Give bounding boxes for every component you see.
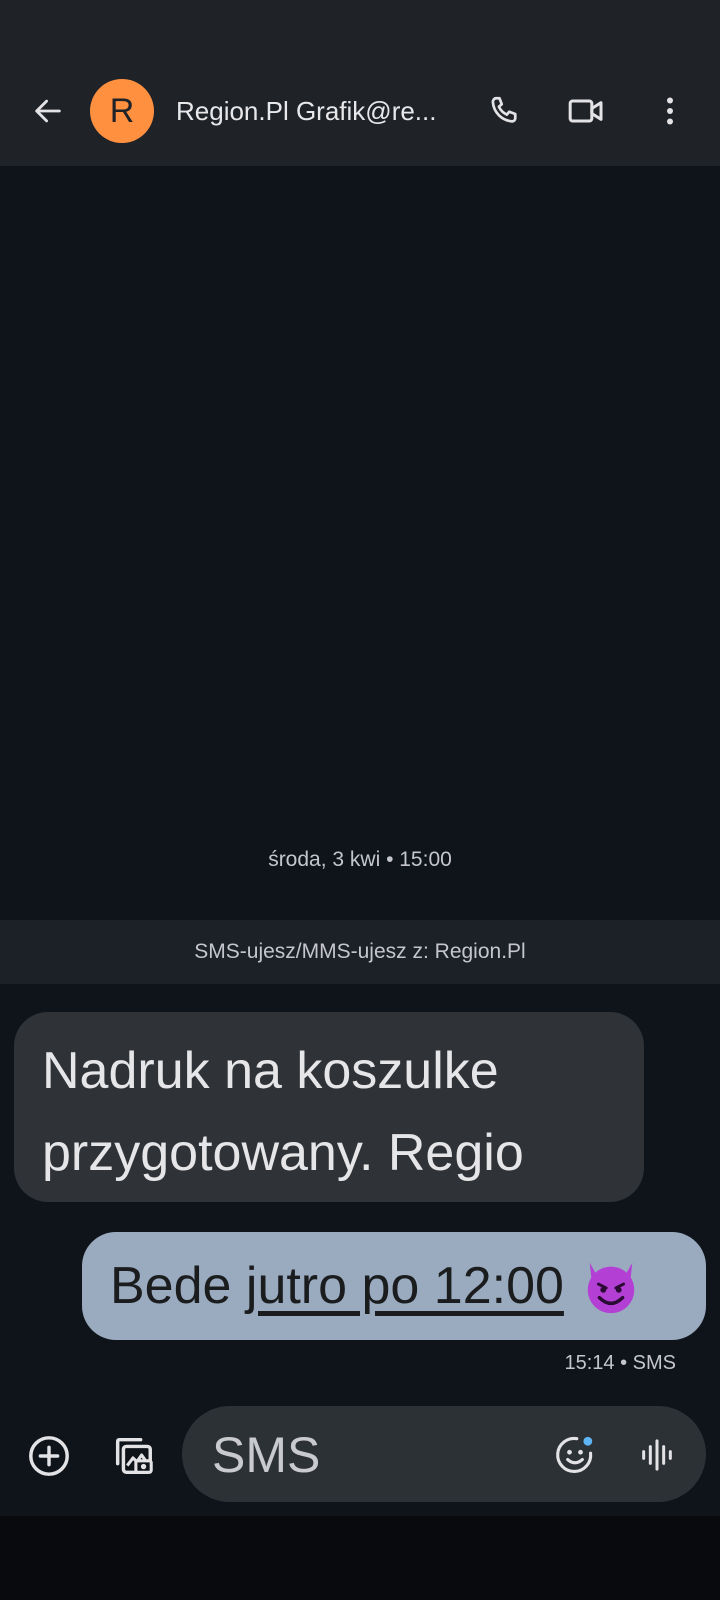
outgoing-message[interactable]: Bede jutro po 12:00	[82, 1232, 706, 1340]
smiling-devil-icon	[587, 1262, 635, 1314]
emoji-button[interactable]	[550, 1430, 600, 1480]
status-bar	[0, 0, 720, 56]
arrow-left-icon	[35, 99, 61, 123]
app-bar: R Region.Pl Grafik@re...	[0, 56, 720, 166]
incoming-message[interactable]: Nadruk na koszulke przygotowany. Regio	[14, 1012, 644, 1202]
conversation-area[interactable]: środa, 3 kwi • 15:00 SMS-ujesz/MMS-ujesz…	[0, 166, 720, 1516]
voice-message-button[interactable]	[632, 1430, 682, 1480]
navigation-bar	[0, 1516, 720, 1600]
message-input-pill[interactable]	[182, 1406, 706, 1502]
back-button[interactable]	[18, 81, 78, 141]
voice-icon	[642, 1439, 672, 1471]
emoji-icon	[556, 1436, 593, 1473]
video-call-button[interactable]	[556, 81, 616, 141]
more-options-button[interactable]	[640, 81, 700, 141]
add-circle-icon	[29, 1436, 69, 1476]
avatar[interactable]: R	[90, 79, 154, 143]
date-link[interactable]: jutro po 12:00	[246, 1256, 564, 1316]
add-attachment-button[interactable]	[20, 1427, 78, 1485]
video-icon	[568, 99, 603, 123]
gallery-icon	[115, 1437, 153, 1475]
date-separator: środa, 3 kwi • 15:00	[268, 848, 452, 871]
devil-emoji	[580, 1255, 642, 1317]
outgoing-message-text: Bede	[110, 1257, 246, 1315]
message-input[interactable]	[210, 1424, 514, 1486]
phone-icon	[491, 96, 517, 123]
sms-banner: SMS-ujesz/MMS-ujesz z: Region.Pl	[0, 920, 720, 984]
contact-name[interactable]: Region.Pl Grafik@re...	[176, 96, 446, 127]
gallery-button[interactable]	[104, 1427, 162, 1485]
message-timestamp: 15:14 • SMS	[564, 1352, 676, 1374]
call-button[interactable]	[474, 81, 534, 141]
incoming-message-line: przygotowany. Regio	[42, 1124, 524, 1182]
incoming-message-line: Nadruk na koszulke	[42, 1042, 499, 1100]
more-vert-icon	[667, 97, 673, 125]
composer-bar	[0, 1380, 720, 1516]
